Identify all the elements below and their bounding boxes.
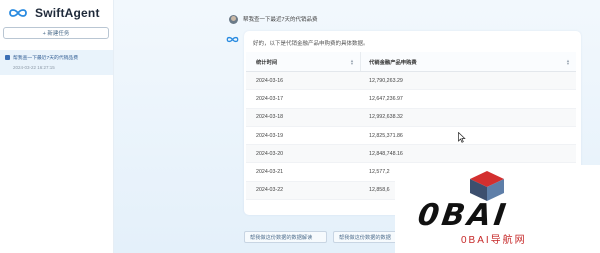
table-row: 2024-03-19 12,825,371.86	[246, 127, 576, 146]
assistant-avatar-icon	[226, 36, 239, 43]
date-cell: 2024-03-19	[256, 132, 284, 139]
history-item-title: 帮我查一下最近7天的代销品费	[13, 56, 79, 61]
table-row: 2024-03-16 12,790,263.29	[246, 72, 576, 91]
fee-cell: 12,848,748.16	[369, 150, 403, 157]
date-cell: 2024-03-21	[256, 169, 284, 176]
sidebar: SwiftAgent + 新建任务 帮我查一下最近7天的代销品费 2024-03…	[0, 0, 114, 253]
new-task-button[interactable]: + 新建任务	[3, 27, 109, 39]
column-header-date[interactable]: 统计时间 ▲ ▼	[246, 52, 361, 71]
column-header-fee[interactable]: 代销金融产品申购费 ▲ ▼	[361, 52, 576, 71]
fee-cell: 12,992,638.32	[369, 114, 403, 121]
mouse-cursor-icon	[458, 132, 466, 143]
user-message-row: 帮我查一下最近7天的代销品费	[114, 13, 318, 25]
fee-cell: 12,790,263.29	[369, 77, 403, 84]
watermark-site-name: 0BAI导航网	[461, 235, 527, 246]
date-cell: 2024-03-17	[256, 95, 284, 102]
chat-icon	[5, 55, 10, 60]
suggestion-button[interactable]: 帮我做这份数据的数据	[333, 231, 401, 243]
date-cell: 2024-03-22	[256, 187, 284, 194]
watermark-logo-text: 0BAI	[415, 198, 511, 233]
sort-icon[interactable]: ▲ ▼	[350, 59, 354, 66]
infinity-logo-icon	[9, 9, 27, 17]
fee-cell: 12,647,236.97	[369, 95, 403, 102]
suggestion-button[interactable]: 帮我做这份数据的数据解读	[244, 231, 327, 243]
table-row: 2024-03-18 12,992,638.32	[246, 108, 576, 127]
date-cell: 2024-03-18	[256, 114, 284, 121]
assistant-intro: 好的，以下是代销金融产品申购费的具体数据。	[253, 41, 369, 47]
date-cell: 2024-03-20	[256, 150, 284, 157]
fee-cell: 12,825,371.86	[369, 132, 403, 139]
date-cell: 2024-03-16	[256, 77, 284, 84]
table-header: 统计时间 ▲ ▼ 代销金融产品申购费 ▲ ▼	[246, 52, 576, 72]
history-item-time: 2024-03-22 16:27:15	[13, 65, 55, 70]
user-avatar	[229, 14, 238, 24]
logo[interactable]: SwiftAgent	[8, 5, 100, 21]
app-name: SwiftAgent	[35, 6, 100, 20]
sort-icon[interactable]: ▲ ▼	[566, 59, 570, 66]
table-row: 2024-03-20 12,848,748.16	[246, 145, 576, 164]
table-row: 2024-03-17 12,647,236.97	[246, 90, 576, 109]
user-message: 帮我查一下最近7天的代销品费	[243, 17, 318, 23]
history-item[interactable]: 帮我查一下最近7天的代销品费 2024-03-22 16:27:15	[0, 50, 113, 75]
